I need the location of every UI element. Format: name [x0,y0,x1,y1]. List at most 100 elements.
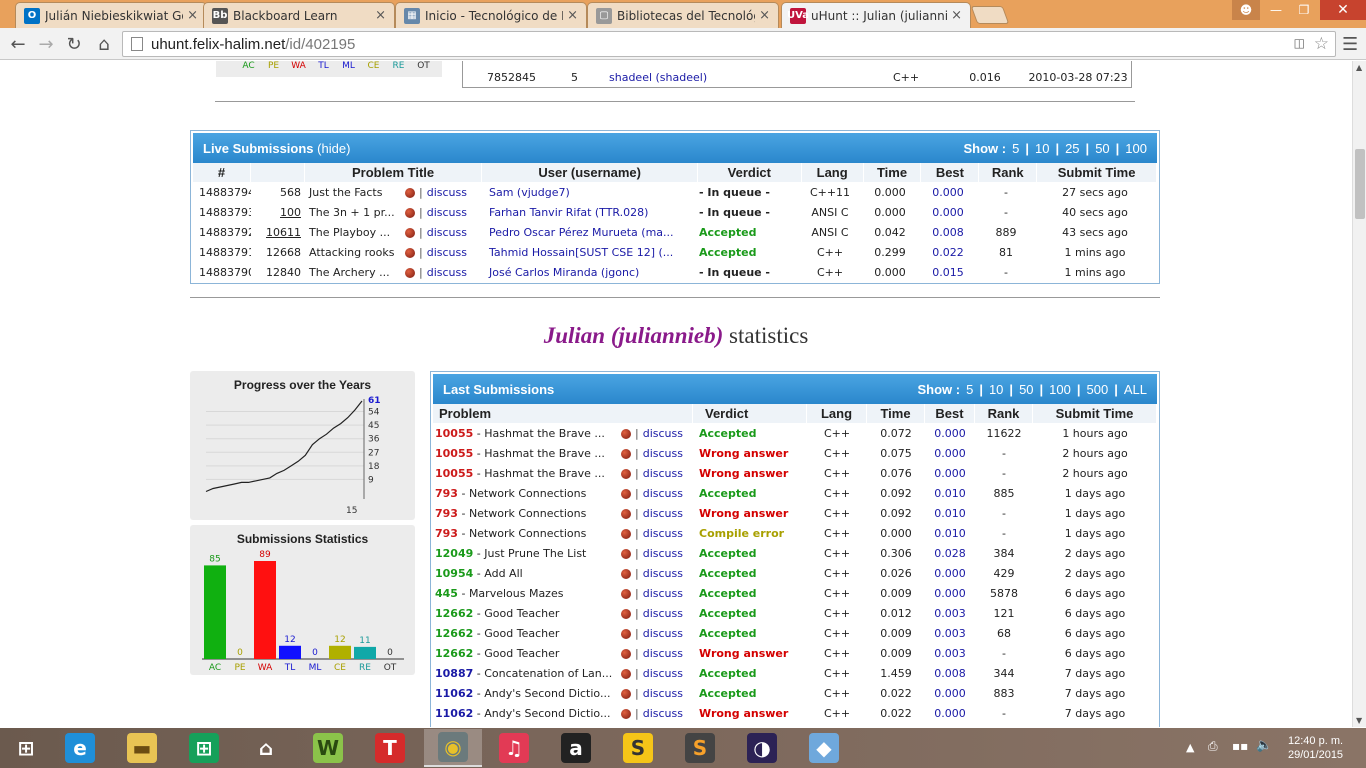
show-option-link[interactable]: 5 [1012,141,1019,156]
column-header[interactable]: Problem Title [305,163,483,182]
problem-title[interactable]: Andy's Second Dictio... [484,687,610,700]
minimize-icon[interactable]: — [1262,0,1290,20]
discuss-link[interactable]: discuss [643,667,683,680]
problem-cell[interactable]: 10055 - Hashmat the Brave ... [433,467,617,480]
vertical-scrollbar[interactable]: ▲ ▼ [1352,61,1366,727]
user-link[interactable]: Tahmid Hossain[SUST CSE 12] (... [483,246,695,259]
translate-icon[interactable]: ◫ [1294,36,1305,50]
scroll-down-icon[interactable]: ▼ [1356,716,1362,725]
column-header[interactable] [251,163,305,182]
new-tab-button[interactable] [970,6,1010,24]
best-cell[interactable]: 0.000 [925,467,975,480]
best-cell[interactable]: 0.028 [925,547,975,560]
problem-number[interactable]: 10611 [251,226,305,239]
discuss-link[interactable]: discuss [427,266,467,279]
problem-title[interactable]: Network Connections [469,527,586,540]
user-profile-icon[interactable]: ☻ [1232,0,1260,20]
problem-title[interactable]: Hashmat the Brave ... [484,447,605,460]
best-cell[interactable]: 0.010 [925,487,975,500]
internet-explorer-icon[interactable]: e [62,729,98,767]
browser-tab[interactable]: Bb Blackboard Learn × [203,2,395,28]
problem-number[interactable]: 12668 [251,246,305,259]
problem-title[interactable]: The Archery ... [305,266,405,279]
forward-icon[interactable]: → [34,32,58,56]
browser-tab[interactable]: ▢ Bibliotecas del Tecnológico × [587,2,779,28]
problem-number[interactable]: 12662 [435,607,473,620]
eclipse-icon[interactable]: ◑ [744,729,780,767]
discuss-ball-icon[interactable] [621,468,631,479]
user-link[interactable]: Pedro Oscar Pérez Murueta (ma... [483,226,695,239]
problem-cell[interactable]: 10954 - Add All [433,567,617,580]
show-option-link[interactable]: ALL [1124,382,1147,397]
discuss-ball-icon[interactable] [621,608,631,619]
discuss-ball-icon[interactable] [621,588,631,599]
discuss-ball-icon[interactable] [621,648,631,659]
bookmark-star-icon[interactable]: ☆ [1314,34,1329,54]
problem-cell[interactable]: 12662 - Good Teacher [433,627,617,640]
itunes-icon[interactable]: ♫ [496,729,532,767]
problem-title[interactable]: Network Connections [469,487,586,500]
show-option-link[interactable]: 100 [1049,382,1071,397]
discuss-link[interactable]: discuss [643,427,683,440]
discuss-link[interactable]: discuss [643,587,683,600]
discuss-link[interactable]: discuss [643,467,683,480]
problem-cell[interactable]: 12049 - Just Prune The List [433,547,617,560]
best-cell[interactable]: 0.000 [925,687,975,700]
show-option-link[interactable]: 10 [989,382,1003,397]
tab-close-icon[interactable]: × [951,8,962,23]
problem-cell[interactable]: 10887 - Concatenation of Lan... [433,667,617,680]
problem-number[interactable]: 793 [435,527,458,540]
windows-store-icon[interactable]: ⊞ [186,729,222,767]
tab-close-icon[interactable]: × [187,8,198,23]
problem-title[interactable]: Good Teacher [484,607,559,620]
problem-number[interactable]: 12049 [435,547,473,560]
column-header[interactable]: Rank [979,163,1038,182]
problem-number[interactable]: 793 [435,507,458,520]
problem-cell[interactable]: 12662 - Good Teacher [433,607,617,620]
column-header[interactable]: Submit Time [1033,404,1157,423]
chrome-menu-icon[interactable]: ☰ [1342,34,1358,55]
column-header[interactable]: Lang [807,404,867,423]
problem-title[interactable]: Attacking rooks [305,246,405,259]
discuss-ball-icon[interactable] [621,708,631,719]
discuss-link[interactable]: discuss [643,567,683,580]
problem-number[interactable]: 10055 [435,447,473,460]
restore-icon[interactable]: ❐ [1290,0,1318,20]
discuss-link[interactable]: discuss [427,186,467,199]
column-header[interactable]: Time [864,163,922,182]
discuss-link[interactable]: discuss [643,507,683,520]
home-icon[interactable]: ⌂ [92,32,116,56]
column-header[interactable]: # [193,163,251,182]
best-cell[interactable]: 0.003 [925,627,975,640]
tab-close-icon[interactable]: × [375,8,386,23]
user-link[interactable]: Farhan Tanvir Rifat (TTR.028) [483,206,695,219]
problem-title[interactable]: Marvelous Mazes [469,587,564,600]
discuss-ball-icon[interactable] [621,548,631,559]
best-cell[interactable]: 0.015 [919,266,977,279]
discuss-link[interactable]: discuss [643,687,683,700]
problem-title[interactable]: Hashmat the Brave ... [484,427,605,440]
best-cell[interactable]: 0.000 [925,567,975,580]
box-app-icon[interactable]: ◆ [806,729,842,767]
slides-icon[interactable]: S [620,729,656,767]
address-bar[interactable]: uhunt.felix-halim.net/id/402195 ◫ ☆ [122,31,1336,57]
scroll-thumb[interactable] [1355,149,1365,219]
column-header[interactable]: Verdict [698,163,802,182]
tab-close-icon[interactable]: × [759,8,770,23]
discuss-link[interactable]: discuss [643,647,683,660]
file-explorer-icon[interactable]: ▬ [124,729,160,767]
problem-number[interactable]: 12662 [435,647,473,660]
best-cell[interactable]: 0.008 [925,667,975,680]
discuss-ball-icon[interactable] [621,688,631,699]
windows-logo-icon[interactable]: ⊞ [8,729,44,767]
discuss-ball-icon[interactable] [621,628,631,639]
column-header[interactable]: Rank [975,404,1033,423]
clock[interactable]: 12:40 p. m. 29/01/2015 [1288,734,1343,762]
discuss-ball-icon[interactable] [405,227,415,238]
discuss-ball-icon[interactable] [405,187,415,198]
problem-cell[interactable]: 10055 - Hashmat the Brave ... [433,427,617,440]
column-header[interactable]: User (username) [482,163,698,182]
discuss-link[interactable]: discuss [427,226,467,239]
problem-title[interactable]: Hashmat the Brave ... [484,467,605,480]
discuss-ball-icon[interactable] [621,528,631,539]
